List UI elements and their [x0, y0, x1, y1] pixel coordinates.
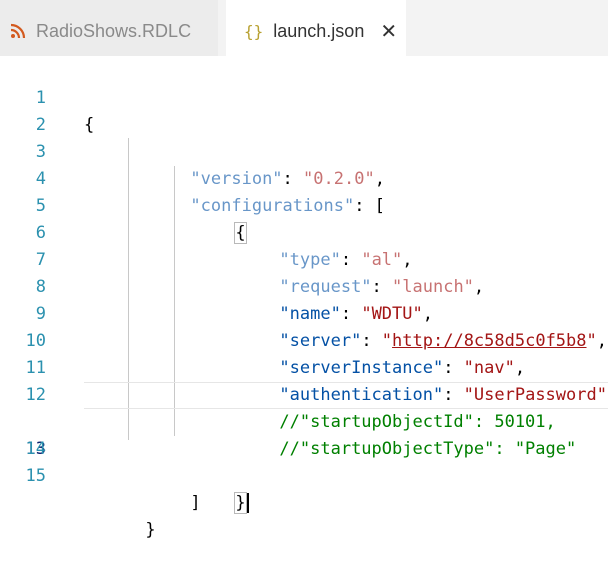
tab-label: launch.json — [273, 20, 365, 41]
close-icon[interactable]: ✕ — [380, 21, 397, 41]
code-line[interactable]: 11 //"startupObjectId": 50101, — [0, 328, 608, 432]
code-line-current[interactable]: 13 } — [0, 382, 608, 514]
code-line[interactable]: 1 { — [0, 58, 608, 135]
code-line[interactable]: 10 "authentication": "UserPassword", — [0, 301, 608, 405]
text-cursor — [246, 493, 249, 513]
code-line[interactable]: 3 "configurations": [ — [0, 112, 608, 216]
code-line[interactable]: 9 "serverInstance": "nav", — [0, 274, 608, 378]
code-line[interactable]: 12 //"startupObjectType": "Page" — [0, 355, 608, 459]
code-line[interactable]: 15 } — [0, 436, 608, 540]
current-line-highlight — [84, 382, 608, 409]
line-number: 15 — [25, 466, 46, 486]
code-line[interactable]: 7 "name": "WDTU", — [0, 220, 608, 324]
tab-label: RadioShows.RDLC — [36, 20, 192, 41]
tab-radioshows-rdlc[interactable]: RadioShows.RDLC — [0, 0, 218, 62]
code-line[interactable]: 4 { — [0, 139, 608, 244]
code-line[interactable]: 8 "server": "http://8c58d5c0f5b8", — [0, 247, 608, 351]
rss-icon — [10, 23, 26, 39]
code-editor[interactable]: 1 { 2 "version": "0.2.0", 3 "configurati… — [0, 56, 608, 540]
code-line[interactable]: 6 "request": "launch", — [0, 193, 608, 297]
tab-launch-json[interactable]: {} launch.json ✕ — [226, 0, 406, 62]
code-line[interactable]: 5 "type": "al", — [0, 166, 608, 270]
code-line[interactable]: 2 "version": "0.2.0", — [0, 85, 608, 189]
tab-bar: RadioShows.RDLC {} launch.json ✕ — [0, 0, 608, 62]
code-line[interactable]: 14 ] — [0, 409, 608, 513]
json-braces-icon: {} — [244, 21, 264, 41]
matched-brace: } — [234, 492, 247, 514]
